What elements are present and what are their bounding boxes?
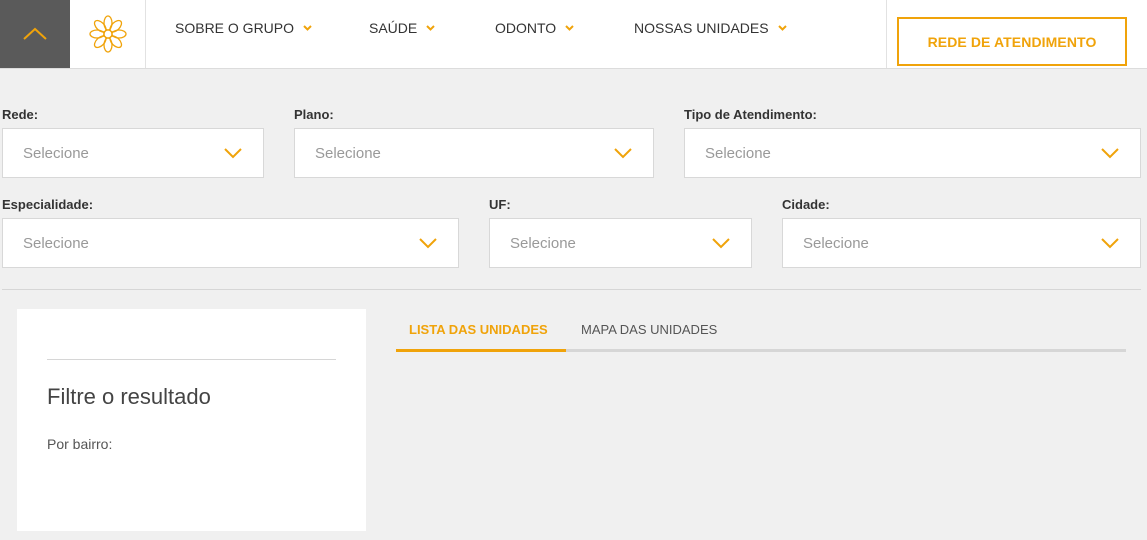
flower-logo-icon [88, 15, 127, 53]
uf-select-value: Selecione [510, 234, 576, 252]
logo[interactable] [70, 0, 146, 68]
section-divider [2, 289, 1141, 290]
cidade-label: Cidade: [782, 197, 830, 212]
chevron-down-icon [426, 25, 435, 31]
rede-select-value: Selecione [23, 144, 89, 162]
navbar-divider [886, 0, 887, 68]
chevron-down-icon [1101, 238, 1119, 249]
uf-select[interactable]: Selecione [489, 218, 752, 268]
nav-nossas-unidades[interactable]: NOSSAS UNIDADES [634, 20, 787, 36]
filter-results-title: Filtre o resultado [47, 384, 211, 409]
chevron-down-icon [565, 25, 574, 31]
tab-lista-das-unidades[interactable]: LISTA DAS UNIDADES [409, 322, 548, 337]
panel-divider [47, 359, 336, 360]
filter-by-neighborhood-label: Por bairro: [47, 436, 113, 452]
chevron-down-icon [712, 238, 730, 249]
collapse-button[interactable] [0, 0, 70, 68]
cidade-select[interactable]: Selecione [782, 218, 1141, 268]
rede-de-atendimento-button[interactable]: REDE DE ATENDIMENTO [897, 17, 1127, 66]
cidade-select-value: Selecione [803, 234, 869, 252]
results-filter-panel: Filtre o resultado Por bairro: [17, 309, 366, 531]
tab-mapa-das-unidades[interactable]: MAPA DAS UNIDADES [581, 322, 717, 337]
especialidade-select-value: Selecione [23, 234, 89, 252]
chevron-down-icon [777, 25, 787, 31]
tipo-atendimento-select[interactable]: Selecione [684, 128, 1141, 178]
chevron-down-icon [614, 148, 632, 159]
chevron-down-icon [1101, 148, 1119, 159]
chevron-up-icon [23, 27, 47, 40]
uf-label: UF: [489, 197, 511, 212]
tipo-atendimento-label: Tipo de Atendimento: [684, 107, 817, 122]
rede-label: Rede: [2, 107, 39, 122]
nav-label: NOSSAS UNIDADES [634, 20, 769, 36]
plano-label: Plano: [294, 107, 334, 122]
especialidade-select[interactable]: Selecione [2, 218, 459, 268]
nav-label: SOBRE O GRUPO [175, 20, 295, 36]
tipo-atendimento-select-value: Selecione [705, 144, 771, 162]
plano-select-value: Selecione [315, 144, 381, 162]
nav-saude[interactable]: SAÚDE [369, 20, 435, 36]
rede-select[interactable]: Selecione [2, 128, 264, 178]
top-navbar: SOBRE O GRUPO SAÚDE ODONTO NOSSAS UNIDAD… [0, 0, 1147, 69]
nav-label: SAÚDE [369, 20, 418, 36]
plano-select[interactable]: Selecione [294, 128, 654, 178]
especialidade-label: Especialidade: [2, 197, 94, 212]
chevron-down-icon [224, 148, 242, 159]
nav-label: ODONTO [495, 20, 557, 36]
chevron-down-icon [419, 238, 437, 249]
nav-sobre-o-grupo[interactable]: SOBRE O GRUPO [175, 20, 312, 36]
chevron-down-icon [303, 25, 312, 31]
active-tab-indicator [396, 349, 566, 352]
nav-odonto[interactable]: ODONTO [495, 20, 574, 36]
